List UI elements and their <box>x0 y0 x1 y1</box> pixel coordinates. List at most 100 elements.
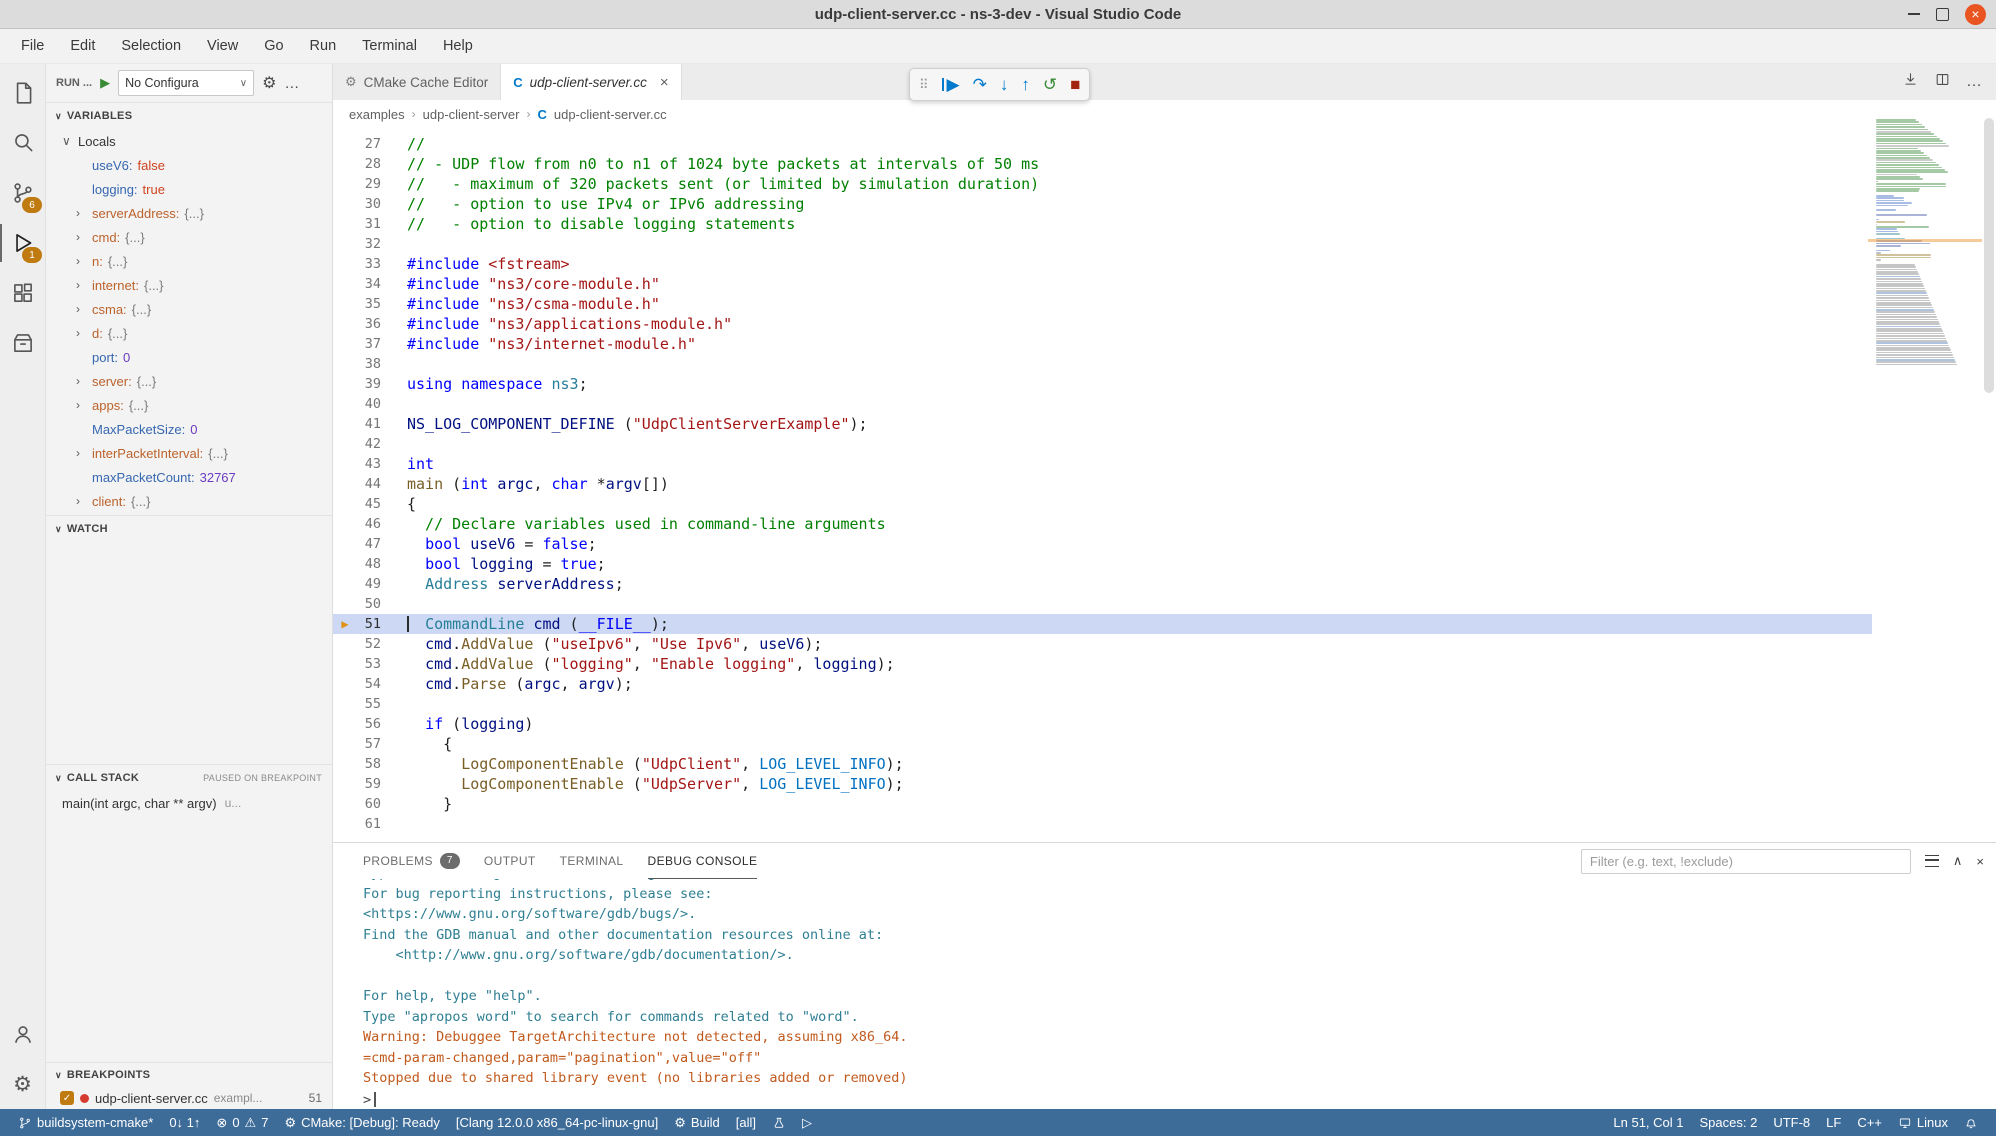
code-line[interactable]: 29// - maximum of 320 packets sent (or l… <box>333 174 1876 194</box>
gutter-breakpoint-zone[interactable] <box>333 414 357 434</box>
gutter-breakpoint-zone[interactable] <box>333 514 357 534</box>
stop-icon[interactable]: ■ <box>1070 76 1080 93</box>
git-branch-status[interactable]: buildsystem-cmake* <box>10 1109 161 1136</box>
cmake-target-status[interactable]: [all] <box>728 1109 764 1136</box>
variable-row[interactable]: ›apps:{...} <box>46 393 332 417</box>
extensions-icon[interactable] <box>0 268 45 318</box>
gutter-breakpoint-zone[interactable] <box>333 554 357 574</box>
gutter-breakpoint-zone[interactable] <box>333 174 357 194</box>
chevron-right-icon[interactable]: › <box>76 278 92 292</box>
breakpoint-checkbox[interactable]: ✓ <box>60 1091 74 1105</box>
maximize-panel-icon[interactable]: ∧ <box>1953 853 1963 869</box>
chevron-right-icon[interactable]: › <box>76 254 92 268</box>
gutter-breakpoint-zone[interactable] <box>333 194 357 214</box>
variable-row[interactable]: ›server:{...} <box>46 369 332 393</box>
archive-box-icon[interactable] <box>0 318 45 368</box>
close-tab-icon[interactable]: × <box>660 74 669 91</box>
gutter-breakpoint-zone[interactable] <box>333 694 357 714</box>
call-stack-header[interactable]: ∨ CALL STACK PAUSED ON BREAKPOINT <box>46 765 332 791</box>
code-line[interactable]: 43int <box>333 454 1876 474</box>
variable-row[interactable]: ›interPacketInterval:{...} <box>46 441 332 465</box>
close-window-icon[interactable]: × <box>1965 4 1986 25</box>
gutter-breakpoint-zone[interactable] <box>333 794 357 814</box>
gutter-breakpoint-zone[interactable] <box>333 534 357 554</box>
menu-selection[interactable]: Selection <box>108 29 194 63</box>
variable-row[interactable]: ›csma:{...} <box>46 297 332 321</box>
gutter-breakpoint-zone[interactable] <box>333 434 357 454</box>
code-line[interactable]: 35#include "ns3/csma-module.h" <box>333 294 1876 314</box>
close-panel-icon[interactable]: × <box>1976 854 1984 869</box>
restart-icon[interactable]: ↺ <box>1043 76 1057 93</box>
code-line[interactable]: 47 bool useV6 = false; <box>333 534 1876 554</box>
views-more-icon[interactable]: … <box>284 75 300 92</box>
scope-locals[interactable]: ∨ Locals <box>46 129 332 153</box>
menu-run[interactable]: Run <box>297 29 350 63</box>
code-line[interactable]: 61 <box>333 814 1876 834</box>
code-line[interactable]: 38 <box>333 354 1876 374</box>
restore-icon[interactable] <box>1936 8 1949 21</box>
code-line[interactable]: 50 <box>333 594 1876 614</box>
menu-help[interactable]: Help <box>430 29 486 63</box>
editor-scrollbar[interactable] <box>1982 118 1996 842</box>
code-line[interactable]: 60 } <box>333 794 1876 814</box>
gutter-breakpoint-zone[interactable] <box>333 714 357 734</box>
code-line[interactable]: 53 cmd.AddValue ("logging", "Enable logg… <box>333 654 1876 674</box>
minimap[interactable] <box>1872 119 1982 842</box>
code-line[interactable]: 30// - option to use IPv4 or IPv6 addres… <box>333 194 1876 214</box>
gutter-breakpoint-zone[interactable] <box>333 294 357 314</box>
variable-row[interactable]: useV6:false <box>46 153 332 177</box>
notifications-bell-icon[interactable] <box>1956 1109 1986 1136</box>
variable-row[interactable]: port:0 <box>46 345 332 369</box>
chevron-right-icon[interactable]: › <box>76 206 92 220</box>
drag-grip-icon[interactable]: ⠿ <box>919 77 929 93</box>
output-actions-icon[interactable] <box>1925 855 1939 867</box>
language-mode-status[interactable]: C++ <box>1849 1109 1890 1136</box>
tab-output[interactable]: OUTPUT <box>484 843 536 879</box>
download-icon[interactable] <box>1902 71 1919 93</box>
variable-row[interactable]: ›cmd:{...} <box>46 225 332 249</box>
code-line[interactable]: 32 <box>333 234 1876 254</box>
beaker-icon[interactable] <box>764 1109 794 1136</box>
variable-row[interactable]: logging:true <box>46 177 332 201</box>
minimize-icon[interactable] <box>1908 13 1920 15</box>
more-actions-icon[interactable]: … <box>1966 73 1982 91</box>
code-line[interactable]: ▶51 CommandLine cmd (__FILE__); <box>333 614 1876 634</box>
source-control-icon[interactable]: 6 <box>0 168 45 218</box>
gutter-breakpoint-zone[interactable] <box>333 634 357 654</box>
chevron-right-icon[interactable]: › <box>76 230 92 244</box>
debug-console[interactable]: Type "show configuration" for configurat… <box>333 879 1996 1109</box>
code-line[interactable]: 39using namespace ns3; <box>333 374 1876 394</box>
run-debug-icon[interactable]: 1 <box>0 218 45 268</box>
cmake-kit-status[interactable]: [Clang 12.0.0 x86_64-pc-linux-gnu] <box>448 1109 666 1136</box>
cmake-build-button[interactable]: ⚙ Build <box>666 1109 728 1136</box>
variable-row[interactable]: ›client:{...} <box>46 489 332 513</box>
code-line[interactable]: 36#include "ns3/applications-module.h" <box>333 314 1876 334</box>
variable-row[interactable]: maxPacketCount:32767 <box>46 465 332 489</box>
code-line[interactable]: 34#include "ns3/core-module.h" <box>333 274 1876 294</box>
cmake-status[interactable]: ⚙ CMake: [Debug]: Ready <box>276 1109 447 1136</box>
git-sync-status[interactable]: 0↓ 1↑ <box>161 1109 208 1136</box>
gutter-breakpoint-zone[interactable] <box>333 454 357 474</box>
call-stack-frame[interactable]: main(int argc, char ** argv) u... <box>46 791 332 815</box>
breadcrumb-examples[interactable]: examples <box>349 107 405 122</box>
variable-row[interactable]: MaxPacketSize:0 <box>46 417 332 441</box>
start-debugging-icon[interactable]: ▶ <box>100 75 110 91</box>
indentation-status[interactable]: Spaces: 2 <box>1692 1109 1766 1136</box>
eol-status[interactable]: LF <box>1818 1109 1849 1136</box>
gutter-breakpoint-zone[interactable] <box>333 374 357 394</box>
code-line[interactable]: 42 <box>333 434 1876 454</box>
gutter-breakpoint-zone[interactable] <box>333 334 357 354</box>
code-line[interactable]: 57 { <box>333 734 1876 754</box>
variable-row[interactable]: ›d:{...} <box>46 321 332 345</box>
gutter-breakpoint-zone[interactable] <box>333 354 357 374</box>
tab-udp-client-server[interactable]: C udp-client-server.cc × <box>501 64 681 100</box>
code-line[interactable]: 33#include <fstream> <box>333 254 1876 274</box>
settings-gear-icon[interactable]: ⚙ <box>0 1059 45 1109</box>
variable-row[interactable]: ›internet:{...} <box>46 273 332 297</box>
breadcrumb-file[interactable]: udp-client-server.cc <box>554 107 667 122</box>
code-editor[interactable]: 27//28// - UDP flow from n0 to n1 of 102… <box>333 128 1996 842</box>
code-line[interactable]: 45{ <box>333 494 1876 514</box>
gutter-breakpoint-zone[interactable] <box>333 814 357 834</box>
menu-view[interactable]: View <box>194 29 251 63</box>
variables-header[interactable]: ∨ VARIABLES <box>46 103 332 129</box>
